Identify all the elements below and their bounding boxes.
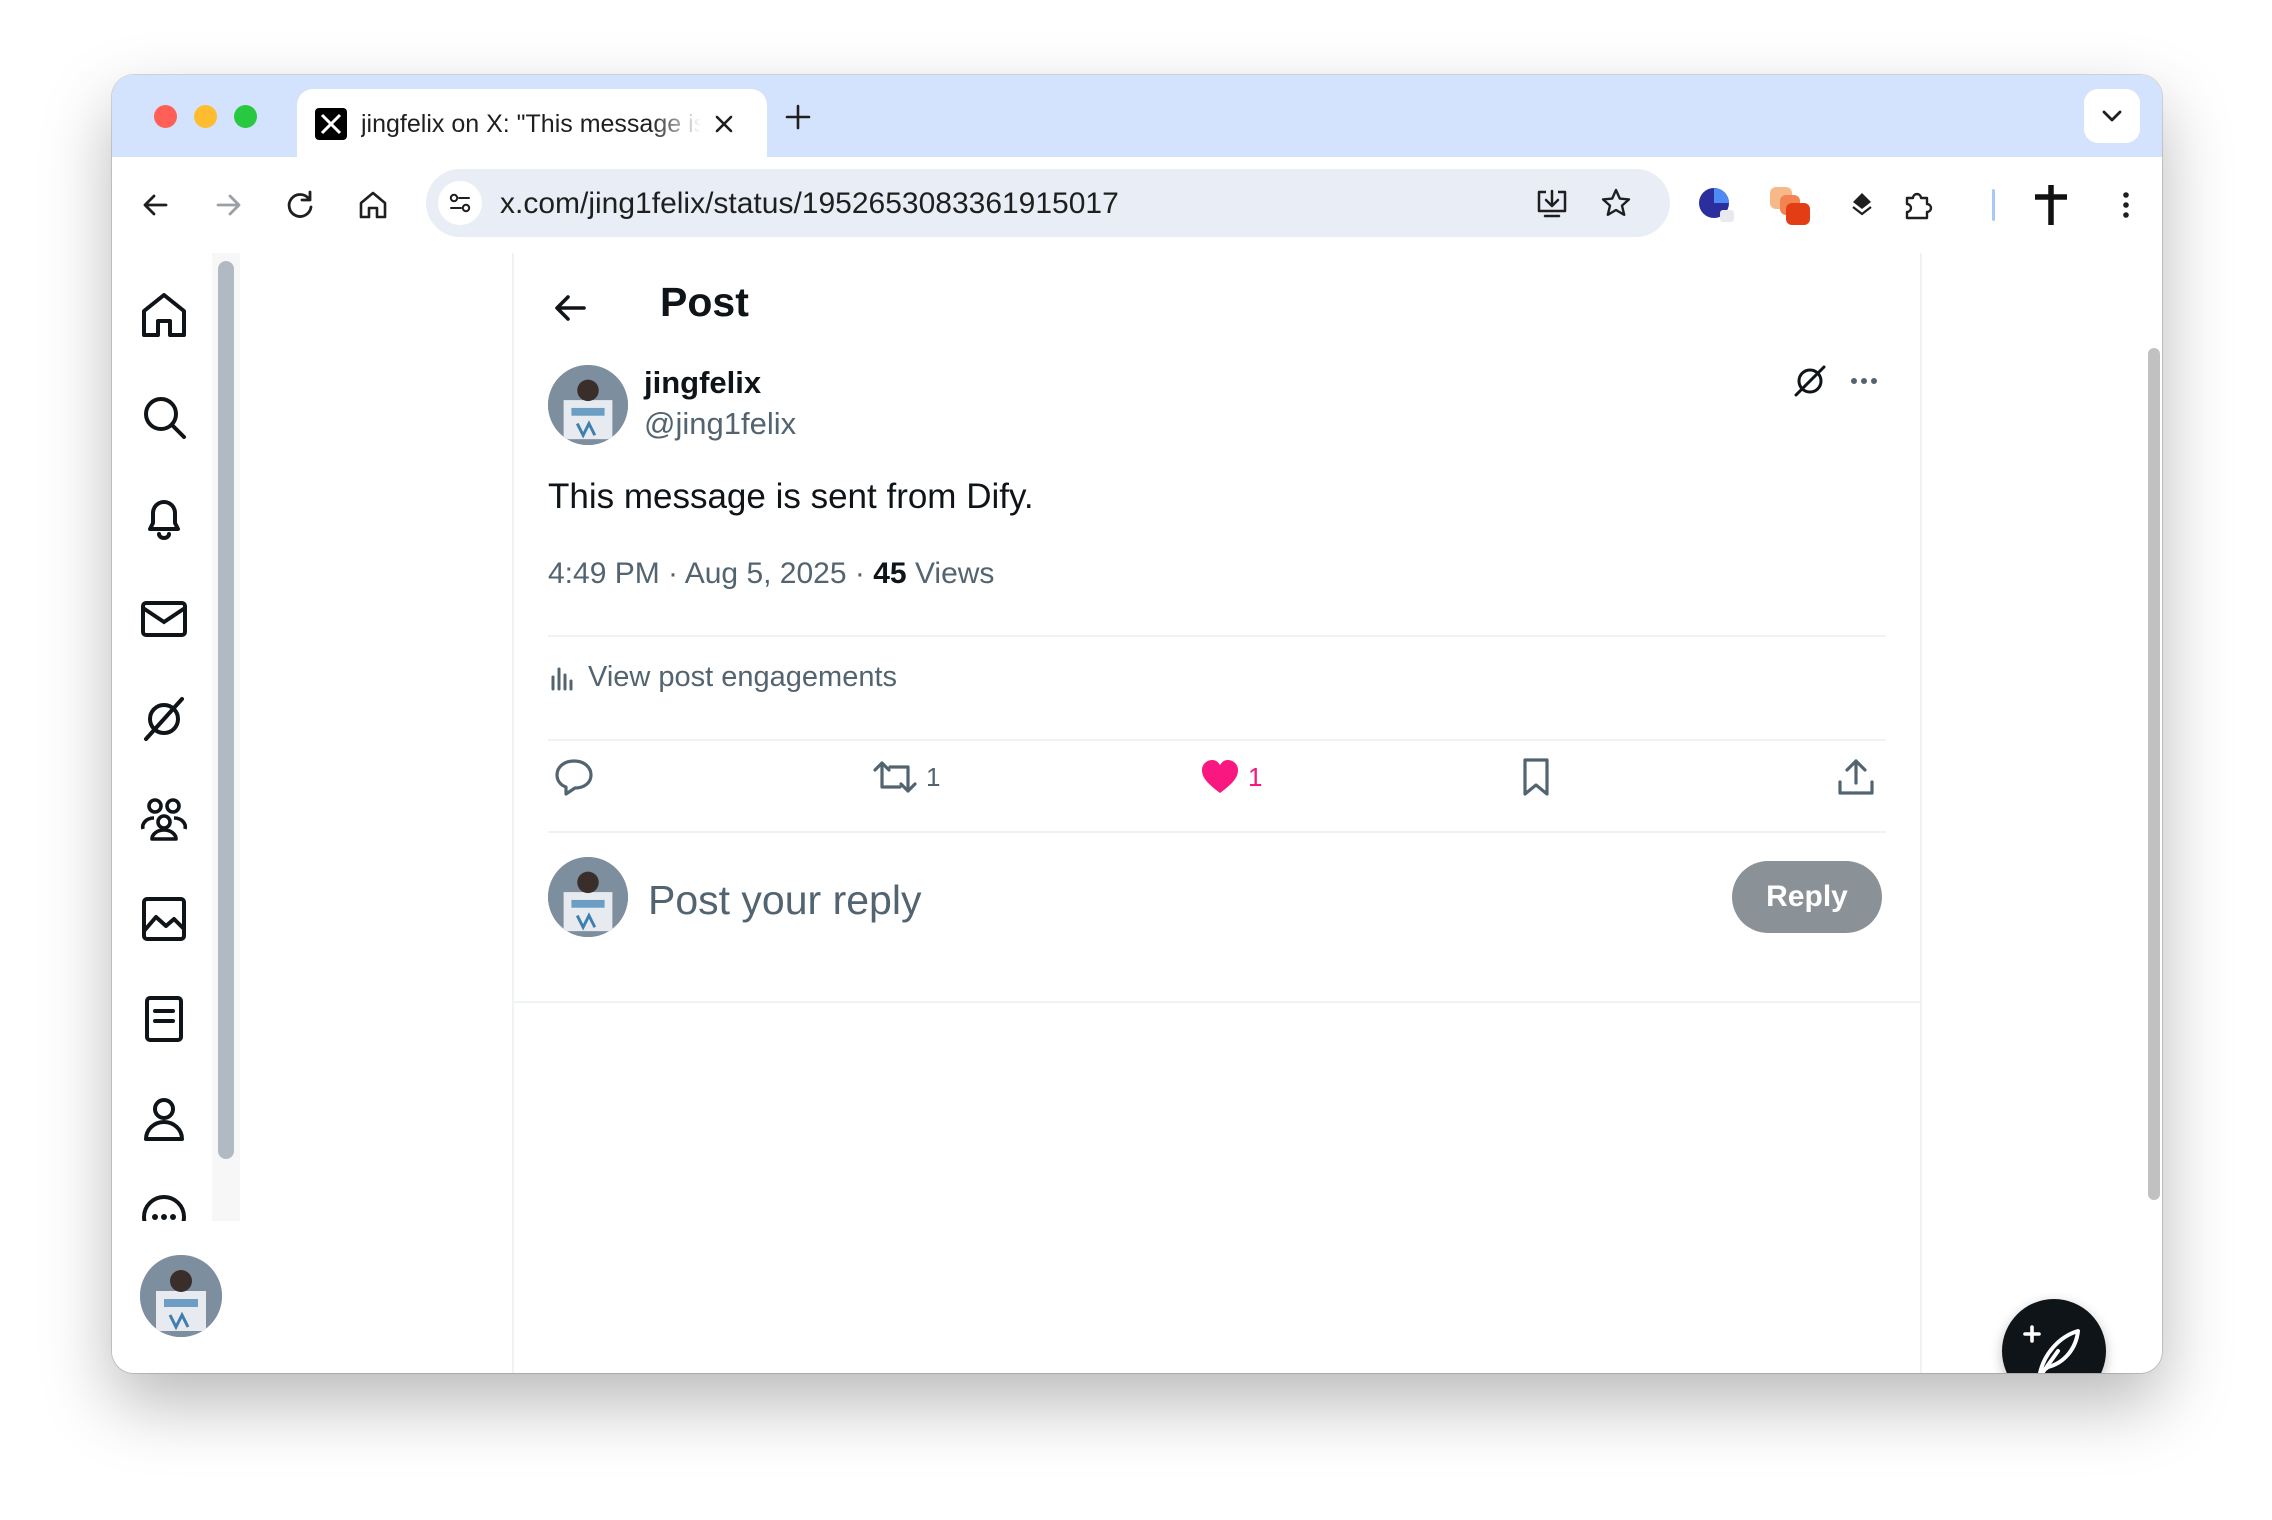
page-scrollbar[interactable] <box>2148 348 2160 1200</box>
grok-explain-icon[interactable] <box>1790 361 1830 401</box>
tab-search-button[interactable] <box>2084 89 2140 143</box>
repost-icon <box>873 761 917 793</box>
engagements-label: View post engagements <box>588 661 898 693</box>
repost-count: 1 <box>926 761 941 792</box>
post-column: Post jingfelix @jing1felix This message … <box>512 253 1922 1373</box>
reload-icon[interactable] <box>280 185 320 225</box>
nav-notifications-bell-icon[interactable] <box>138 491 190 543</box>
nav-messages-mail-icon[interactable] <box>138 593 190 645</box>
nav-lists-icon[interactable] <box>138 993 190 1045</box>
divider <box>548 739 1886 741</box>
bookmark-action-button[interactable] <box>1514 755 1558 799</box>
share-action-button[interactable] <box>1834 755 1878 799</box>
like-count: 1 <box>1248 761 1263 792</box>
extensions-puzzle-icon[interactable] <box>1898 185 1938 225</box>
chevron-down-icon <box>2102 110 2122 122</box>
reply-submit-button[interactable]: Reply <box>1732 861 1882 933</box>
browser-menu-icon[interactable] <box>2106 185 2146 225</box>
back-arrow-icon[interactable] <box>136 185 176 225</box>
compose-post-button[interactable] <box>2002 1299 2106 1373</box>
view-engagements-link[interactable]: View post engagements <box>548 661 897 694</box>
url-text: x.com/jing1felix/status/1952653083361915… <box>500 187 1119 220</box>
analytics-bars-icon <box>551 667 573 690</box>
extension-orange-icon[interactable] <box>1766 181 1814 229</box>
more-options-icon[interactable] <box>1844 361 1884 401</box>
minimize-window-button[interactable] <box>194 105 217 128</box>
new-tab-icon[interactable] <box>780 99 816 135</box>
reply-user-avatar <box>548 857 628 937</box>
author-avatar[interactable] <box>548 365 628 445</box>
x-logo-icon <box>315 108 347 140</box>
page-title: Post <box>660 279 749 325</box>
post-meta: 4:49 PM · Aug 5, 2025 · 45 Views <box>548 557 994 591</box>
author-name[interactable]: jingfelix <box>644 365 761 401</box>
reply-action-button[interactable] <box>552 755 596 799</box>
extension-blue-icon[interactable] <box>1694 183 1738 227</box>
like-action-button[interactable]: 1 <box>1198 755 1262 799</box>
back-arrow-icon <box>555 295 586 321</box>
repost-action-button[interactable]: 1 <box>870 755 940 799</box>
browser-toolbar: x.com/jing1felix/status/1952653083361915… <box>112 157 2162 255</box>
heart-filled-icon <box>1202 760 1238 793</box>
bookmark-star-icon[interactable] <box>1596 183 1636 223</box>
divider <box>548 831 1886 833</box>
tab-strip: jingfelix on X: "This message is sent fr… <box>112 75 2162 157</box>
share-upload-icon <box>1838 759 1874 795</box>
site-settings-icon[interactable] <box>438 181 482 225</box>
home-page-icon[interactable] <box>353 185 393 225</box>
nav-media-icon[interactable] <box>138 893 190 945</box>
post-text: This message is sent from Dify. <box>548 477 1034 516</box>
tab-title: jingfelix on X: "This message is sent fr… <box>361 110 701 138</box>
views-count: 45 <box>873 557 907 590</box>
account-avatar[interactable] <box>140 1255 222 1337</box>
install-app-icon[interactable] <box>1532 183 1572 223</box>
extension-dark-icon[interactable] <box>1842 185 1882 225</box>
forward-arrow-icon[interactable] <box>208 185 248 225</box>
address-bar[interactable]: x.com/jing1felix/status/1952653083361915… <box>426 169 1670 237</box>
nav-search-icon[interactable] <box>138 391 190 443</box>
meta-separator: · <box>854 557 865 590</box>
reply-bubble-icon <box>555 759 593 796</box>
extension-cross-icon[interactable] <box>2027 181 2075 229</box>
nav-home-icon[interactable] <box>138 289 190 341</box>
bookmark-icon <box>1523 758 1549 796</box>
nav-more-icon[interactable] <box>138 1191 190 1221</box>
close-window-button[interactable] <box>154 105 177 128</box>
nav-grok-icon[interactable] <box>138 693 190 745</box>
browser-window: jingfelix on X: "This message is sent fr… <box>112 75 2162 1373</box>
close-tab-icon[interactable] <box>707 107 741 141</box>
zoom-window-button[interactable] <box>234 105 257 128</box>
compose-feather-icon <box>2023 1325 2080 1373</box>
divider <box>514 1001 1920 1003</box>
reply-input[interactable]: Post your reply <box>648 877 921 924</box>
toolbar-separator <box>1992 189 1995 221</box>
back-button[interactable] <box>548 285 594 331</box>
author-handle[interactable]: @jing1felix <box>644 406 796 442</box>
views-label: Views <box>914 557 995 590</box>
nav-communities-icon[interactable] <box>138 793 190 845</box>
divider <box>548 635 1886 637</box>
sidebar-scrollbar[interactable] <box>218 261 234 1159</box>
nav-profile-icon[interactable] <box>138 1093 190 1145</box>
active-tab[interactable]: jingfelix on X: "This message is sent fr… <box>297 89 767 157</box>
post-timestamp[interactable]: 4:49 PM · Aug 5, 2025 <box>548 557 847 590</box>
page-content: Post jingfelix @jing1felix This message … <box>112 253 2162 1373</box>
